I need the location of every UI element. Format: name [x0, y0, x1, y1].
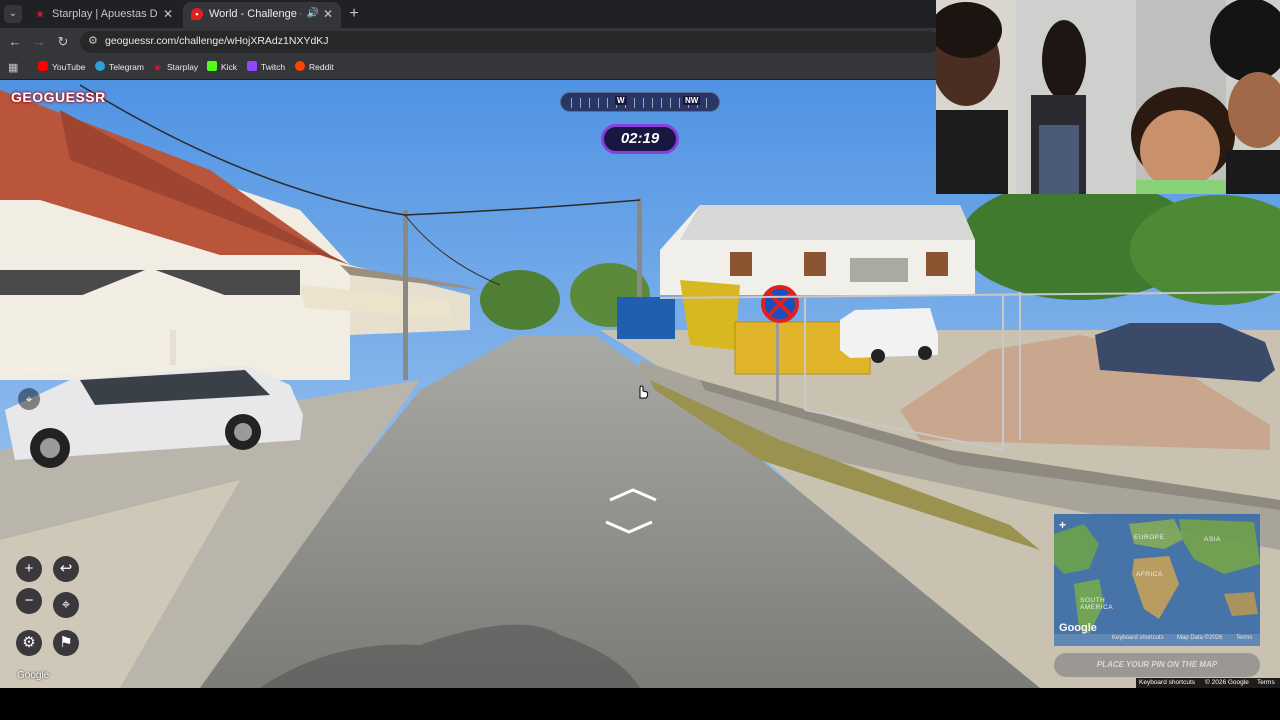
- tab-title: Starplay | Apuestas Deportivas y: [52, 8, 157, 20]
- bookmark-reddit[interactable]: Reddit: [295, 56, 334, 80]
- map-keyboard-shortcuts-link[interactable]: Keyboard shortcuts: [1112, 635, 1164, 641]
- bookmark-youtube[interactable]: YouTube: [38, 56, 85, 80]
- webcam-feed: [936, 0, 1280, 194]
- map-label-europe: EUROPE: [1134, 534, 1165, 541]
- url-text: geoguessr.com/challenge/wHojXRAdz1NXYdKJ: [105, 35, 329, 47]
- back-arrow-icon[interactable]: ←: [6, 33, 24, 51]
- move-backward-arrow[interactable]: [603, 520, 655, 534]
- bookmark-twitch[interactable]: Twitch: [247, 56, 285, 80]
- place-pin-button[interactable]: PLACE YOUR PIN ON THE MAP: [1054, 653, 1260, 677]
- site-info-icon[interactable]: ⚙: [88, 34, 98, 47]
- map-zoom-in-button[interactable]: +: [1059, 518, 1066, 532]
- bookmark-telegram[interactable]: Telegram: [95, 56, 144, 80]
- address-bar[interactable]: ⚙ geoguessr.com/challenge/wHojXRAdz1NXYd…: [80, 31, 940, 53]
- bookmark-starplay[interactable]: ★ Starplay: [153, 56, 198, 80]
- map-label-asia: ASIA: [1204, 536, 1221, 543]
- close-icon[interactable]: ✕: [163, 2, 173, 26]
- map-label-south-america: SOUTH AMERICA: [1080, 597, 1114, 611]
- tab-starplay[interactable]: ★ Starplay | Apuestas Deportivas y ✕: [26, 2, 181, 28]
- attribution-bar: Keyboard shortcuts © 2026 Google Terms: [1136, 678, 1280, 688]
- map-terms-link[interactable]: Terms: [1236, 635, 1252, 641]
- hand-cursor-icon: [639, 385, 649, 399]
- round-timer: 02:19: [601, 124, 679, 154]
- starplay-icon: ★: [153, 63, 162, 74]
- tab-search-button[interactable]: ⌄: [4, 5, 22, 23]
- reload-icon[interactable]: ↻: [54, 33, 72, 51]
- flag-icon[interactable]: ⚑: [53, 630, 79, 656]
- google-watermark: © 2025 Google: [10, 364, 71, 374]
- geoguessr-logo[interactable]: GEOGUESSR: [11, 89, 106, 105]
- move-forward-arrow[interactable]: [607, 488, 659, 502]
- speaker-icon[interactable]: 🔊: [307, 2, 319, 26]
- compass-west: W: [615, 96, 627, 105]
- zoom-in-button[interactable]: +: [16, 556, 42, 582]
- telegram-icon: [95, 61, 105, 71]
- screen: ⌄ ★ Starplay | Apuestas Deportivas y ✕ •…: [0, 0, 1280, 720]
- apps-grid-icon[interactable]: ▦: [8, 61, 18, 74]
- map-google-logo: Google: [1059, 622, 1097, 634]
- twitch-icon: [247, 61, 257, 71]
- close-icon[interactable]: ✕: [323, 2, 333, 26]
- geoguessr-icon: •: [191, 8, 203, 20]
- terms-link[interactable]: Terms: [1257, 678, 1275, 688]
- map-footer: Google Keyboard shortcuts Map Data ©2026…: [1054, 622, 1260, 646]
- keyboard-shortcuts-link[interactable]: Keyboard shortcuts: [1139, 678, 1195, 688]
- bookmark-kick[interactable]: Kick: [207, 56, 237, 80]
- return-to-start-button[interactable]: ↩: [53, 556, 79, 582]
- guess-minimap[interactable]: + EUROPE AFRICA SOUTH AMERICA ASIA Googl…: [1054, 514, 1260, 646]
- copyright-label: © 2026 Google: [1205, 679, 1249, 686]
- webcam-overlay: [936, 0, 1280, 194]
- map-data-label: Map Data ©2026: [1177, 635, 1223, 641]
- new-tab-button[interactable]: +: [345, 5, 363, 23]
- compass-northwest: NW: [683, 96, 701, 105]
- tab-geoguessr[interactable]: • World - Challenge - GeoGu 🔊 ✕: [183, 2, 341, 28]
- bottom-black-bar: [0, 688, 1280, 720]
- map-label-africa: AFRICA: [1136, 571, 1163, 578]
- reddit-icon: [295, 61, 305, 71]
- forward-arrow-icon[interactable]: →: [30, 33, 48, 51]
- starplay-icon: ★: [35, 9, 45, 19]
- kick-icon: [207, 61, 217, 71]
- zoom-out-button[interactable]: −: [16, 588, 42, 614]
- settings-gear-icon[interactable]: ⚙: [16, 630, 42, 656]
- youtube-icon: [38, 61, 48, 71]
- compass: W NW: [560, 92, 720, 112]
- pin-icon[interactable]: ⌖: [53, 592, 79, 618]
- google-logo: Google: [17, 670, 50, 681]
- location-pin-icon[interactable]: ⌖: [18, 388, 40, 410]
- tab-title: World - Challenge - GeoGu: [209, 8, 301, 20]
